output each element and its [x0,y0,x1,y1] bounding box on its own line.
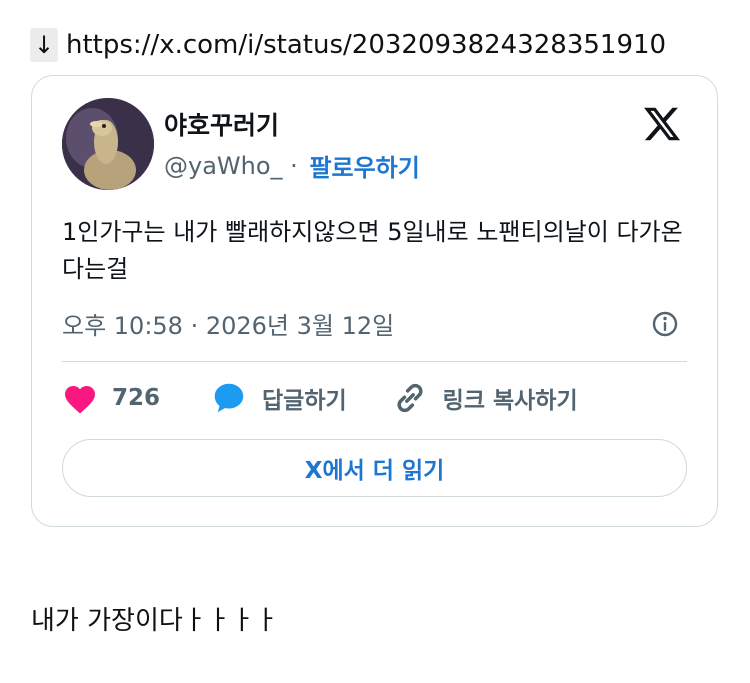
author-name[interactable]: 야호꾸러기 [164,106,279,142]
handle-separator: · [282,151,306,180]
link-icon [397,383,423,413]
copy-link-button[interactable]: 링크 복사하기 [391,379,578,417]
post-caption: 내가 가장이다ㅏㅏㅏㅏ [31,606,279,636]
like-count: 726 [112,385,161,411]
down-arrow-icon: ↓ [30,28,58,62]
reply-label: 답글하기 [262,388,347,414]
read-more-button[interactable]: X에서 더 읽기 [62,439,687,497]
action-bar: 726 답글하기 링크 복사하기 [62,379,578,417]
copy-link-label: 링크 복사하기 [442,388,578,414]
author-handle[interactable]: @yaWho_ [164,152,283,180]
tweet-embed-card: 야호꾸러기 @yaWho_ · 팔로우하기 1인가구는 내가 빨래하지않으면 5… [31,75,718,527]
status-link-row[interactable]: ↓ https://x.com/i/status/203209382432835… [30,28,666,62]
divider [62,361,687,362]
tweet-text: 1인가구는 내가 빨래하지않으면 5일내로 노팬티의날이 다가온다는걸 [62,218,683,283]
status-url[interactable]: https://x.com/i/status/20320938243283519… [66,30,666,60]
handle-row: @yaWho_ · 팔로우하기 [164,148,420,183]
info-icon[interactable] [651,310,679,338]
reply-bubble-icon [214,383,244,413]
reply-button[interactable]: 답글하기 [210,380,347,416]
x-logo-icon[interactable] [641,104,683,144]
read-more-label: X에서 더 읽기 [304,458,445,484]
like-button[interactable]: 726 [62,381,160,415]
tweet-timestamp[interactable]: 오후 10:58 · 2026년 3월 12일 [62,306,394,341]
heart-icon [65,386,95,414]
follow-link[interactable]: 팔로우하기 [309,148,419,183]
avatar[interactable] [62,98,154,190]
